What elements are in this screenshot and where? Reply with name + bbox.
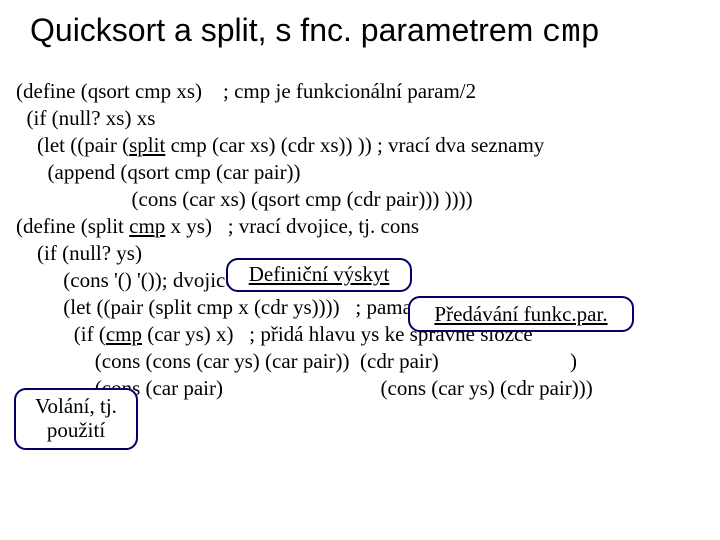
line-3b: cmp (car xs) (cdr xs)) )) ; vrací dva se…	[165, 133, 544, 157]
line-4: (append (qsort cmp (car pair))	[16, 160, 301, 184]
callout-definition-text: Definiční výskyt	[249, 262, 390, 286]
callout-passing-text: Předávání funkc.par.	[434, 302, 607, 326]
title-text: Quicksort a split, s fnc. parametrem	[30, 12, 542, 48]
line-6-cmp: cmp	[129, 214, 165, 238]
callout-passing: Předávání funkc.par.	[408, 296, 634, 332]
line-10a: (if (	[16, 322, 106, 346]
line-2: (if (null? xs) xs	[16, 106, 155, 130]
callout-call-use: Volání, tj. použití	[14, 388, 138, 450]
code-block: (define (qsort cmp xs) ; cmp je funkcion…	[16, 78, 708, 429]
line-1: (define (qsort cmp xs) ; cmp je funkcion…	[16, 79, 476, 103]
line-11: (cons (cons (car ys) (car pair)) (cdr pa…	[16, 349, 577, 373]
callout-use-text: použití	[47, 418, 105, 442]
line-6a: (define (split	[16, 214, 129, 238]
callout-call-text: Volání, tj.	[35, 394, 117, 418]
line-5: (cons (car xs) (qsort cmp (cdr pair))) )…	[16, 187, 473, 211]
title-mono: cmp	[542, 14, 600, 51]
line-7: (if (null? ys)	[16, 241, 142, 265]
line-3a: (let ((pair (	[16, 133, 129, 157]
line-3-split: split	[129, 133, 165, 157]
slide: Quicksort a split, s fnc. parametrem cmp…	[0, 0, 720, 540]
callout-definition: Definiční výskyt	[226, 258, 412, 292]
line-6b: x ys) ; vrací dvojice, tj. cons	[165, 214, 419, 238]
line-10-cmp: cmp	[106, 322, 142, 346]
slide-title: Quicksort a split, s fnc. parametrem cmp	[30, 12, 700, 51]
